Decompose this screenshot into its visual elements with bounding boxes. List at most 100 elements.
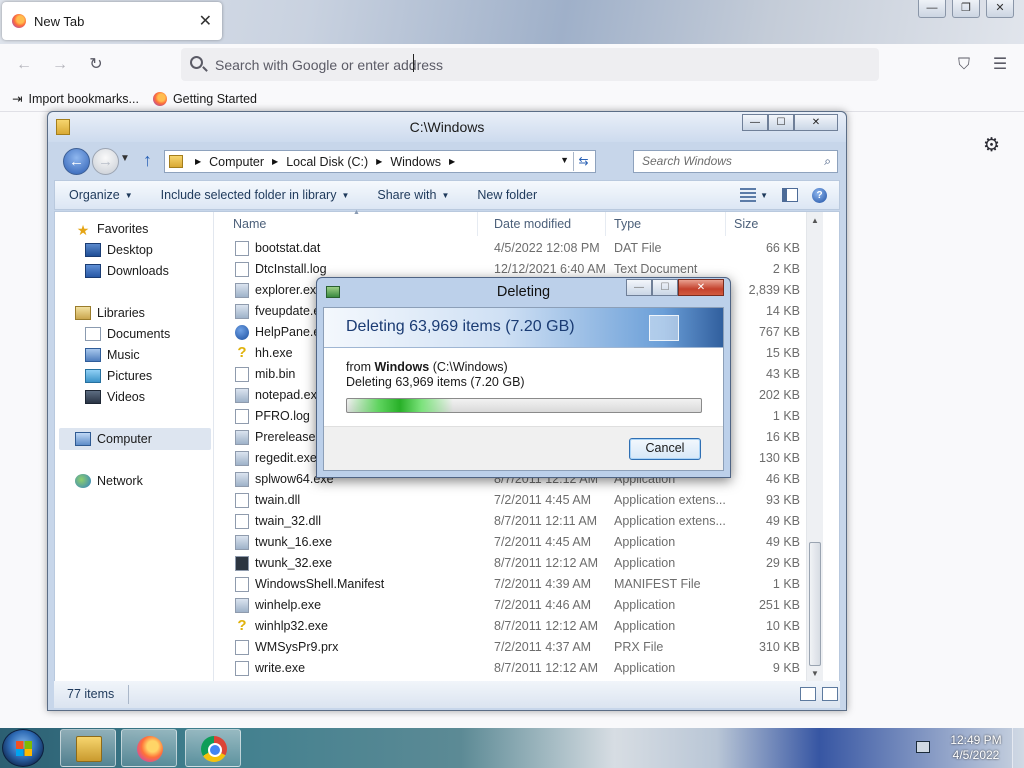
taskbar-explorer-button[interactable] [60, 729, 116, 767]
file-row[interactable]: WindowsShell.Manifest 7/2/2011 4:39 AM MAN… [225, 574, 823, 595]
chevron-right-icon[interactable]: ▶ [376, 157, 382, 166]
scroll-up-icon[interactable]: ▲ [807, 212, 823, 229]
explorer-titlebar[interactable]: C:\Windows — ☐ ✕ [48, 112, 846, 142]
downloads-icon [85, 264, 101, 278]
nav-libraries[interactable]: Libraries [75, 306, 145, 320]
search-input[interactable]: Search Windows ⌕ [633, 150, 838, 173]
file-row[interactable]: winhelp.exe 7/2/2011 4:46 AM Application 25… [225, 595, 823, 616]
back-arrow-icon[interactable]: ← [14, 55, 34, 75]
change-view-icon[interactable] [740, 188, 757, 202]
windows-logo-icon [16, 741, 32, 756]
large-icons-view-icon[interactable] [822, 687, 838, 701]
show-desktop-button[interactable] [1012, 728, 1024, 768]
pocket-icon[interactable]: ⛉ [954, 55, 974, 75]
column-header-date[interactable]: Date modified [486, 212, 606, 236]
share-with-menu[interactable]: Share with ▼ [363, 188, 463, 202]
cancel-button[interactable]: Cancel [629, 438, 701, 460]
explorer-minimize-button[interactable]: — [742, 114, 768, 131]
vertical-scrollbar[interactable]: ▲ ▼ [806, 212, 823, 682]
nav-downloads[interactable]: Downloads [85, 264, 169, 278]
file-row[interactable]: twunk_32.exe 8/7/2011 12:12 AM Application… [225, 553, 823, 574]
start-button[interactable] [2, 729, 44, 767]
taskbar-firefox-button[interactable] [121, 729, 177, 767]
bookmark-label: Getting Started [172, 91, 258, 106]
file-type: Application extens... [614, 514, 726, 528]
nav-documents[interactable]: Documents [85, 327, 170, 341]
reload-icon[interactable]: ↻ [86, 55, 106, 75]
column-header-size[interactable]: Size [726, 212, 806, 236]
nav-label: Documents [107, 327, 171, 341]
file-type: PRX File [614, 640, 664, 654]
chevron-right-icon[interactable]: ▶ [272, 157, 278, 166]
refresh-icon[interactable]: ⇆ [573, 152, 593, 171]
file-row[interactable]: WMSysPr9.prx 7/2/2011 4:37 AM PRX File 310 … [225, 637, 823, 658]
breadcrumb-windows[interactable]: Windows [390, 155, 441, 169]
dropdown-icon: ▼ [441, 190, 450, 200]
nav-pictures[interactable]: Pictures [85, 369, 152, 383]
dialog-minimize-button[interactable]: — [626, 279, 652, 296]
view-dropdown-icon[interactable]: ▼ [760, 191, 768, 200]
file-row[interactable]: ? winhlp32.exe 8/7/2011 12:12 AM Applicatio… [225, 616, 823, 637]
back-button[interactable]: ← [63, 148, 90, 175]
scroll-down-icon[interactable]: ▼ [807, 665, 823, 682]
nav-music[interactable]: Music [85, 348, 140, 362]
browser-close-button[interactable]: ✕ [986, 0, 1014, 18]
firefox-icon [137, 736, 163, 762]
file-row[interactable]: twain.dll 7/2/2011 4:45 AM Application ext… [225, 490, 823, 511]
dialog-titlebar[interactable]: Deleting — ☐ ✕ [317, 278, 730, 306]
url-bar[interactable]: Search with Google or enter address [181, 48, 879, 81]
settings-gear-icon[interactable]: ⚙ [983, 134, 1000, 157]
browser-restore-button[interactable]: ❐ [952, 0, 980, 18]
organize-label: Organize [69, 188, 120, 202]
clock[interactable]: 12:49 PM 4/5/2022 [944, 733, 1008, 763]
address-bar[interactable]: ▶ Computer ▶ Local Disk (C:) ▶ Windows ▶… [164, 150, 596, 173]
nav-desktop[interactable]: Desktop [85, 243, 153, 257]
search-icon[interactable]: ⌕ [824, 154, 831, 169]
tab-close-icon[interactable]: ✕ [199, 11, 212, 31]
include-in-library-menu[interactable]: Include selected folder in library ▼ [147, 188, 364, 202]
nav-network[interactable]: Network [75, 474, 143, 488]
file-row[interactable]: twunk_16.exe 7/2/2011 4:45 AM Application 4… [225, 532, 823, 553]
preview-pane-icon[interactable] [782, 188, 798, 202]
chevron-right-icon[interactable]: ▶ [195, 157, 201, 166]
taskbar-chrome-button[interactable] [185, 729, 241, 767]
dialog-details: from Windows (C:\Windows) Deleting 63,96… [346, 360, 525, 390]
forward-arrow-icon[interactable]: → [50, 55, 70, 75]
network-tray-icon[interactable] [916, 741, 930, 753]
file-row[interactable]: write.exe 8/7/2011 12:12 AM Application 9 K… [225, 658, 823, 679]
menu-icon[interactable]: ☰ [990, 55, 1010, 75]
nav-computer[interactable]: Computer [75, 432, 152, 446]
chevron-right-icon[interactable]: ▶ [449, 157, 455, 166]
address-dropdown-icon[interactable]: ▼ [560, 155, 569, 165]
file-row[interactable]: bootstat.dat 4/5/2022 12:08 PM DAT File 66 … [225, 238, 823, 259]
nav-videos[interactable]: Videos [85, 390, 145, 404]
help-icon[interactable]: ? [812, 187, 827, 203]
organize-menu[interactable]: Organize ▼ [55, 188, 147, 202]
new-folder-button[interactable]: New folder [463, 188, 551, 202]
dialog-close-button[interactable]: ✕ [678, 279, 724, 296]
scrollbar-thumb[interactable] [809, 542, 821, 666]
nav-favorites[interactable]: ★ Favorites [75, 222, 149, 238]
breadcrumb-computer[interactable]: Computer [209, 155, 264, 169]
file-row[interactable]: twain_32.dll 8/7/2011 12:11 AM Application… [225, 511, 823, 532]
file-name: WMSysPr9.prx [255, 640, 339, 654]
file-name: notepad.exe [255, 388, 324, 402]
file-date: 8/7/2011 12:11 AM [494, 514, 598, 528]
file-date: 8/7/2011 12:12 AM [494, 556, 599, 570]
column-header-type[interactable]: Type [606, 212, 726, 236]
explorer-close-button[interactable]: ✕ [794, 114, 838, 131]
recent-pages-dropdown-icon[interactable]: ▼ [120, 153, 130, 164]
up-arrow-icon[interactable]: ↑ [143, 150, 152, 171]
browser-tab[interactable]: New Tab ✕ [2, 2, 222, 40]
dropdown-icon: ▼ [124, 190, 133, 200]
forward-button[interactable]: → [92, 148, 119, 175]
breadcrumb-local-disk[interactable]: Local Disk (C:) [286, 155, 368, 169]
file-size: 16 KB [765, 430, 800, 444]
explorer-maximize-button[interactable]: ☐ [768, 114, 794, 131]
details-view-icon[interactable] [800, 687, 816, 701]
column-header-name[interactable]: Name [225, 212, 478, 236]
bookmark-import[interactable]: ⇥ Import bookmarks... [12, 91, 139, 107]
bookmark-getting-started[interactable]: Getting Started [152, 91, 258, 106]
deleting-dialog: Deleting — ☐ ✕ Deleting 63,969 items (7.… [316, 277, 731, 478]
browser-minimize-button[interactable]: — [918, 0, 946, 18]
